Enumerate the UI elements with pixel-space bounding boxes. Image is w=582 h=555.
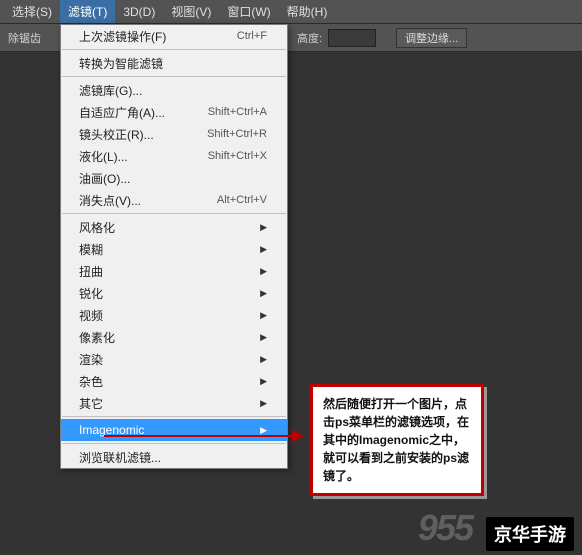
chevron-right-icon: ▶ — [260, 332, 267, 343]
menu-item[interactable]: 像素化 ▶ — [61, 326, 287, 348]
annotation-callout: 然后随便打开一个图片，点击ps菜单栏的滤镜选项，在其中的Imagenomic之中… — [310, 384, 484, 496]
menu-shortcut: Ctrl+F — [237, 30, 267, 42]
menu-separator — [62, 76, 286, 77]
menu-item[interactable]: 风格化 ▶ — [61, 216, 287, 238]
menu-filter[interactable]: 滤镜(T) — [60, 0, 115, 23]
chevron-right-icon: ▶ — [260, 288, 267, 299]
watermark-brand: 京华手游 — [486, 517, 574, 551]
menu-separator — [62, 443, 286, 444]
menu-item[interactable]: 转换为智能滤镜 — [61, 52, 287, 74]
chevron-right-icon: ▶ — [260, 376, 267, 387]
menu-item-label: 自适应广角(A)... — [79, 104, 165, 121]
menu-item[interactable]: 浏览联机滤镜... — [61, 446, 287, 468]
menu-item[interactable]: 油画(O)... — [61, 167, 287, 189]
menu-shortcut: Shift+Ctrl+X — [208, 150, 267, 162]
menu-item[interactable]: 消失点(V)... Alt+Ctrl+V — [61, 189, 287, 211]
menu-item-label: 其它 — [79, 395, 103, 412]
menu-window[interactable]: 窗口(W) — [219, 0, 278, 23]
menu-help[interactable]: 帮助(H) — [279, 0, 336, 23]
refine-edge-button[interactable]: 调整边缘... — [396, 28, 467, 48]
chevron-right-icon: ▶ — [260, 222, 267, 233]
height-label: 高度: — [297, 30, 322, 46]
menubar: 选择(S) 滤镜(T) 3D(D) 视图(V) 窗口(W) 帮助(H) — [0, 0, 582, 24]
menu-item-label: 滤镜库(G)... — [79, 82, 142, 99]
menu-item[interactable]: 液化(L)... Shift+Ctrl+X — [61, 145, 287, 167]
filter-dropdown: 上次滤镜操作(F) Ctrl+F 转换为智能滤镜滤镜库(G)... 自适应广角(A).… — [60, 24, 288, 469]
chevron-right-icon: ▶ — [260, 398, 267, 409]
chevron-right-icon: ▶ — [260, 354, 267, 365]
menu-item-label: 杂色 — [79, 373, 103, 390]
chevron-right-icon: ▶ — [260, 310, 267, 321]
menu-item[interactable]: 渲染 ▶ — [61, 348, 287, 370]
menu-item-label: 模糊 — [79, 241, 103, 258]
menu-item[interactable]: 杂色 ▶ — [61, 370, 287, 392]
menu-shortcut: Shift+Ctrl+A — [208, 106, 267, 118]
menu-shortcut: Alt+Ctrl+V — [217, 194, 267, 206]
menu-item-label: 转换为智能滤镜 — [79, 55, 163, 72]
chevron-right-icon: ▶ — [260, 266, 267, 277]
menu-separator — [62, 49, 286, 50]
menu-item[interactable]: 模糊 ▶ — [61, 238, 287, 260]
menu-item-label: 消失点(V)... — [79, 192, 141, 209]
menu-item-label: 镜头校正(R)... — [79, 126, 154, 143]
chevron-right-icon: ▶ — [260, 244, 267, 255]
menu-item-label: 浏览联机滤镜... — [79, 449, 161, 466]
menu-item-label: 渲染 — [79, 351, 103, 368]
menu-item[interactable]: 其它 ▶ — [61, 392, 287, 414]
menu-item[interactable]: 上次滤镜操作(F) Ctrl+F — [61, 25, 287, 47]
menu-item-label: 扭曲 — [79, 263, 103, 280]
menu-item[interactable]: 视频 ▶ — [61, 304, 287, 326]
menu-item[interactable]: 镜头校正(R)... Shift+Ctrl+R — [61, 123, 287, 145]
menu-item-label: 液化(L)... — [79, 148, 128, 165]
menu-3d[interactable]: 3D(D) — [115, 2, 163, 22]
menu-separator — [62, 416, 286, 417]
menu-item[interactable]: 扭曲 ▶ — [61, 260, 287, 282]
watermark-955: 955 — [418, 507, 472, 549]
menu-item-label: 风格化 — [79, 219, 115, 236]
menu-item[interactable]: 自适应广角(A)... Shift+Ctrl+A — [61, 101, 287, 123]
menu-item-label: 上次滤镜操作(F) — [79, 28, 166, 45]
menu-item[interactable]: 滤镜库(G)... — [61, 79, 287, 101]
menu-item-label: 锐化 — [79, 285, 103, 302]
menu-separator — [62, 213, 286, 214]
menu-view[interactable]: 视图(V) — [163, 0, 219, 23]
annotation-arrow — [104, 432, 304, 440]
menu-item[interactable]: 锐化 ▶ — [61, 282, 287, 304]
height-input[interactable] — [328, 29, 376, 47]
menu-item-label: 像素化 — [79, 329, 115, 346]
menu-shortcut: Shift+Ctrl+R — [207, 128, 267, 140]
antialias-label: 除锯齿 — [8, 30, 41, 46]
menu-item-label: 油画(O)... — [79, 170, 130, 187]
menu-select[interactable]: 选择(S) — [4, 0, 60, 23]
menu-item-label: 视频 — [79, 307, 103, 324]
